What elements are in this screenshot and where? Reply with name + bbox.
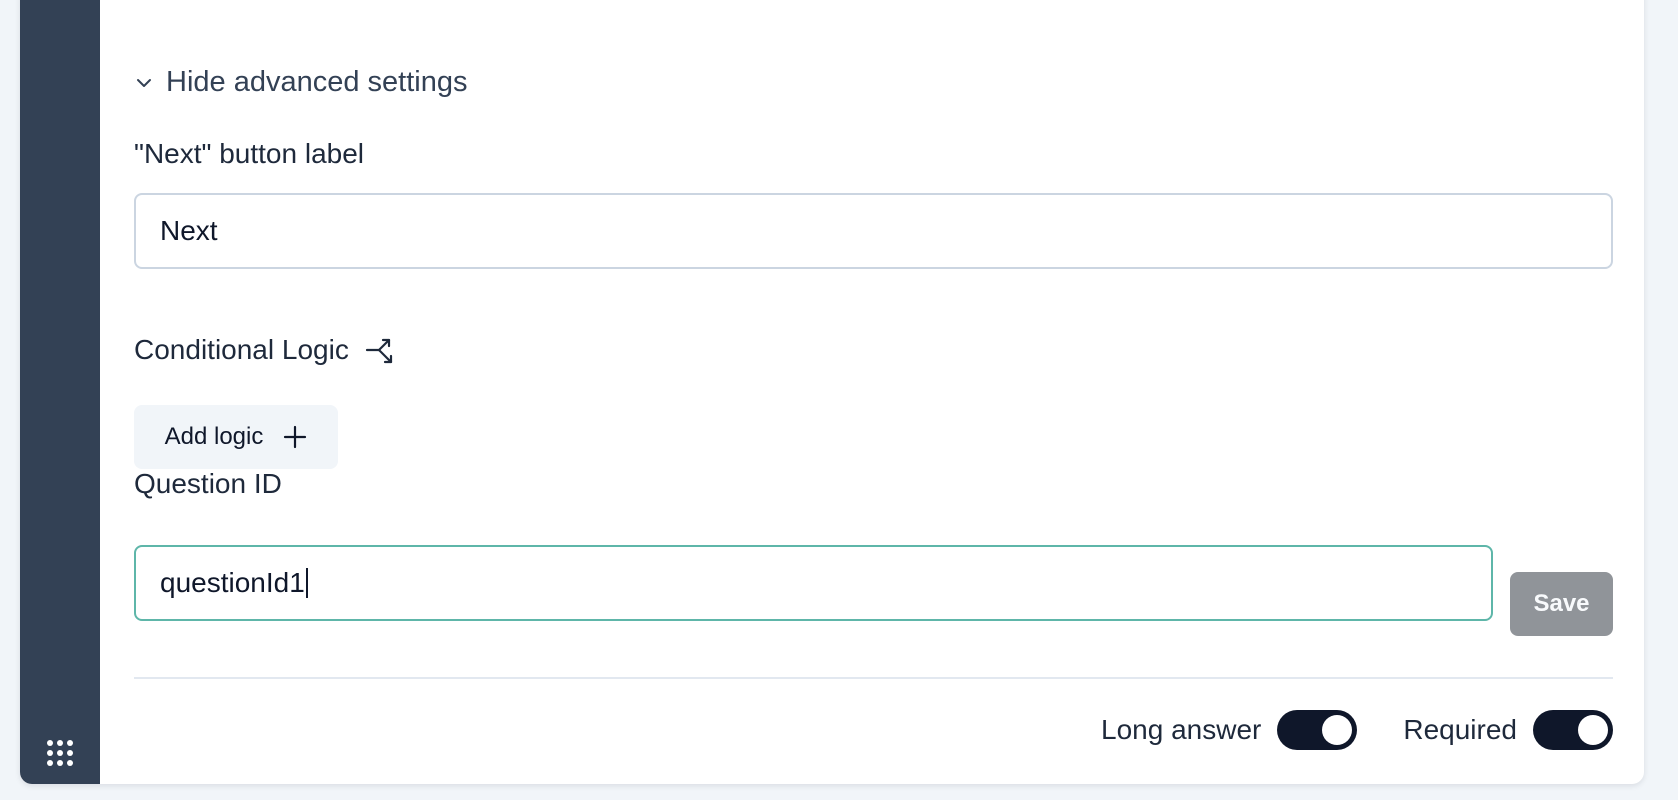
question-toggles: Long answer Required xyxy=(1101,710,1613,750)
conditional-logic-header: Conditional Logic xyxy=(134,334,397,366)
grid-dots-icon[interactable] xyxy=(47,740,73,766)
question-id-input[interactable] xyxy=(134,545,1493,621)
long-answer-switch[interactable] xyxy=(1277,710,1358,750)
question-id-field: questionId1 xyxy=(134,545,1493,621)
next-button-label-heading: "Next" button label xyxy=(134,138,365,169)
divider xyxy=(134,677,1613,679)
required-switch[interactable] xyxy=(1533,710,1613,750)
question-sidebar-strip xyxy=(20,0,100,784)
save-question-id-button[interactable]: Save xyxy=(1510,572,1613,636)
plus-icon xyxy=(284,425,307,449)
required-switch-knob xyxy=(1578,715,1608,745)
required-label: Required xyxy=(1403,714,1517,745)
long-answer-switch-knob xyxy=(1322,715,1353,745)
next-button-label-input[interactable] xyxy=(134,193,1613,269)
hide-advanced-settings-label: Hide advanced settings xyxy=(166,66,468,98)
question-id-label: Question ID xyxy=(134,468,282,499)
long-answer-toggle-group: Long answer xyxy=(1101,710,1358,750)
split-arrow-icon xyxy=(365,338,392,364)
long-answer-label: Long answer xyxy=(1101,714,1262,745)
conditional-logic-label: Conditional Logic xyxy=(134,334,349,365)
required-toggle-group: Required xyxy=(1403,710,1613,750)
add-logic-label: Add logic xyxy=(164,423,264,450)
question-editor-card: Hide advanced settings "Next" button lab… xyxy=(20,0,1644,784)
chevron-down-icon xyxy=(137,78,151,87)
hide-advanced-settings-toggle[interactable]: Hide advanced settings xyxy=(134,66,467,99)
add-logic-button[interactable]: Add logic xyxy=(134,405,338,469)
